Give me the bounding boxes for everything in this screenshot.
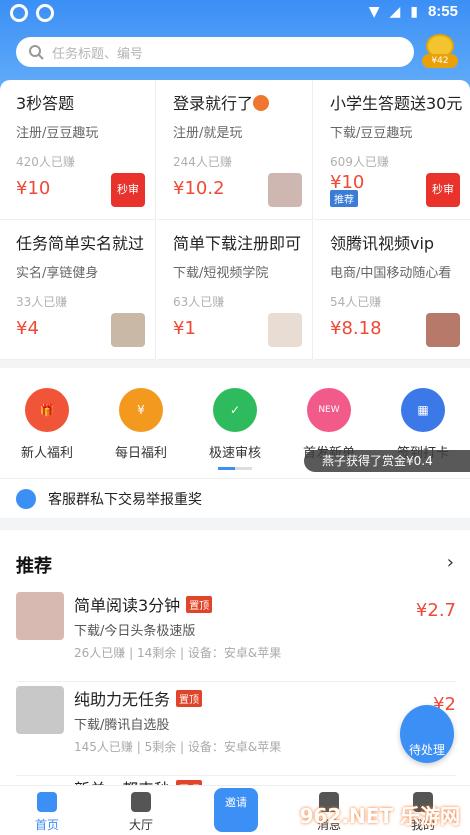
task-title: 登录就行了 — [173, 94, 254, 113]
grid-icon — [131, 792, 151, 812]
shortcut-label: 新人福利 — [20, 446, 73, 461]
status-icons-left — [10, 4, 54, 22]
task-earned: 609人已赚 — [330, 155, 389, 169]
status-bar: ▼ ◢ ▮ 8:55 — [0, 0, 470, 26]
item-price: ¥2.7 — [415, 600, 456, 621]
task-earned: 54人已赚 — [330, 295, 382, 309]
gift-icon: 🎁 — [25, 388, 69, 432]
search-placeholder: 任务标题、编号 — [52, 46, 144, 62]
list-item[interactable]: 纯助力无任务 置顶 下载/腾讯自选股 145人已赚 | 5剩余 | 设备：安卓&苹… — [16, 680, 456, 776]
wallet-button[interactable]: ¥42 — [422, 34, 458, 68]
task-card[interactable]: 领腾讯视频vip 电商/中国移动随心看 54人已赚 ¥8.18 — [314, 220, 470, 360]
item-title: 纯助力无任务 — [74, 690, 171, 709]
task-sub: 下载/豆豆趣玩 — [330, 126, 413, 141]
page-indicator — [218, 467, 252, 470]
item-sub: 下载/腾讯自选股 — [74, 718, 170, 733]
task-grid: 3秒答题 注册/豆豆趣玩 420人已赚 ¥10 秒审 登录就行了 注册/就是玩 … — [0, 80, 470, 360]
task-card[interactable]: 3秒答题 注册/豆豆趣玩 420人已赚 ¥10 秒审 — [0, 80, 156, 220]
app-icon — [36, 4, 54, 22]
shortcut-fast-review[interactable]: ✓ 极速审核 — [188, 388, 282, 461]
section-title: 推荐 — [16, 556, 52, 577]
task-thumb — [268, 313, 302, 347]
item-meta: 145人已赚 | 5剩余 | 设备：安卓&苹果 — [74, 740, 282, 754]
nav-label: 大厅 — [128, 818, 153, 832]
signal-icon: ◢ — [389, 3, 401, 20]
new-icon: NEW — [307, 388, 351, 432]
watermark: 962.NET 乐游网 — [299, 804, 460, 828]
task-earned: 33人已赚 — [16, 295, 68, 309]
task-thumb — [111, 313, 145, 347]
search-icon — [29, 45, 44, 60]
task-thumb — [268, 173, 302, 207]
indicator-active — [218, 467, 235, 470]
item-title-wrap: 简单阅读3分钟 置顶 — [74, 592, 213, 616]
item-meta: 26人已赚 | 14剩余 | 设备：安卓&苹果 — [74, 646, 282, 660]
home-icon — [37, 792, 57, 812]
shortcut-label: 每日福利 — [114, 446, 167, 461]
item-title-wrap: 纯助力无任务 置顶 — [74, 686, 203, 710]
notice-bar[interactable]: 客服群私下交易举报重奖 — [0, 478, 470, 518]
pinned-tag: 置顶 — [176, 690, 203, 707]
task-earned: 244人已赚 — [173, 155, 232, 169]
item-title: 简单阅读3分钟 — [74, 596, 181, 615]
nav-hall[interactable]: 大厅 — [94, 792, 188, 833]
calendar-icon: ▦ — [401, 388, 445, 432]
item-sub: 下载/今日头条极速版 — [74, 624, 196, 639]
task-thumb: 秒审 — [111, 173, 145, 207]
task-title: 小学生答题送30元 — [330, 94, 463, 113]
check-icon: ✓ — [213, 388, 257, 432]
task-sub: 注册/就是玩 — [173, 126, 243, 141]
recommend-tag: 推荐 — [330, 190, 358, 207]
battery-icon: ▮ — [410, 3, 418, 20]
status-icons-right: ▼ ◢ ▮ 8:55 — [369, 3, 458, 20]
app-icon — [10, 4, 28, 22]
nav-label: 首页 — [34, 818, 59, 832]
task-sub: 实名/享链健身 — [16, 266, 99, 281]
task-card[interactable]: 登录就行了 注册/就是玩 244人已赚 ¥10.2 — [157, 80, 313, 220]
avatar — [16, 592, 64, 640]
clock: 8:55 — [427, 3, 458, 20]
task-earned: 420人已赚 — [16, 155, 75, 169]
reward-toast: 燕子获得了赏金¥0.4 — [304, 450, 470, 472]
search-input[interactable]: 任务标题、编号 — [16, 37, 414, 67]
list-item[interactable]: 简单阅读3分钟 置顶 下载/今日头条极速版 26人已赚 | 14剩余 | 设备：安… — [16, 586, 456, 682]
pinned-tag: 置顶 — [186, 596, 213, 613]
status-dot-icon — [253, 95, 270, 111]
recommend-section: 推荐 › 简单阅读3分钟 置顶 下载/今日头条极速版 26人已赚 | 14剩余 |… — [0, 530, 470, 799]
task-title: 简单下载注册即可 — [173, 234, 302, 253]
notice-text: 客服群私下交易举报重奖 — [48, 491, 202, 508]
task-thumb: 秒审 — [426, 173, 460, 207]
shortcut-label: 极速审核 — [208, 446, 261, 461]
task-card[interactable]: 小学生答题送30元 下载/豆豆趣玩 609人已赚 ¥10 推荐 秒审 — [314, 80, 470, 220]
invite-button[interactable]: 邀请 — [214, 788, 258, 832]
task-sub: 电商/中国移动随心看 — [330, 266, 452, 281]
wallet-amount: ¥42 — [422, 54, 458, 68]
task-card[interactable]: 简单下载注册即可 下载/短视频学院 63人已赚 ¥1 — [157, 220, 313, 360]
task-card[interactable]: 任务简单实名就过 实名/享链健身 33人已赚 ¥4 — [0, 220, 156, 360]
task-earned: 63人已赚 — [173, 295, 225, 309]
task-title-wrap: 登录就行了 — [173, 90, 312, 114]
nav-home[interactable]: 首页 — [0, 792, 94, 833]
bell-icon — [16, 488, 36, 509]
shortcut-new-user[interactable]: 🎁 新人福利 — [0, 388, 94, 461]
task-title: 3秒答题 — [16, 94, 75, 113]
task-title: 任务简单实名就过 — [16, 234, 145, 253]
task-thumb — [426, 313, 460, 347]
coin-bag-icon: ¥ — [119, 388, 163, 432]
shortcut-daily[interactable]: ¥ 每日福利 — [94, 388, 188, 461]
chevron-right-icon[interactable]: › — [447, 552, 454, 573]
task-title: 领腾讯视频vip — [330, 234, 435, 253]
task-sub: 注册/豆豆趣玩 — [16, 126, 99, 141]
task-sub: 下载/短视频学院 — [173, 266, 269, 281]
wifi-icon: ▼ — [368, 3, 380, 20]
pending-fab[interactable]: 待处理 — [400, 705, 454, 763]
avatar — [16, 686, 64, 734]
